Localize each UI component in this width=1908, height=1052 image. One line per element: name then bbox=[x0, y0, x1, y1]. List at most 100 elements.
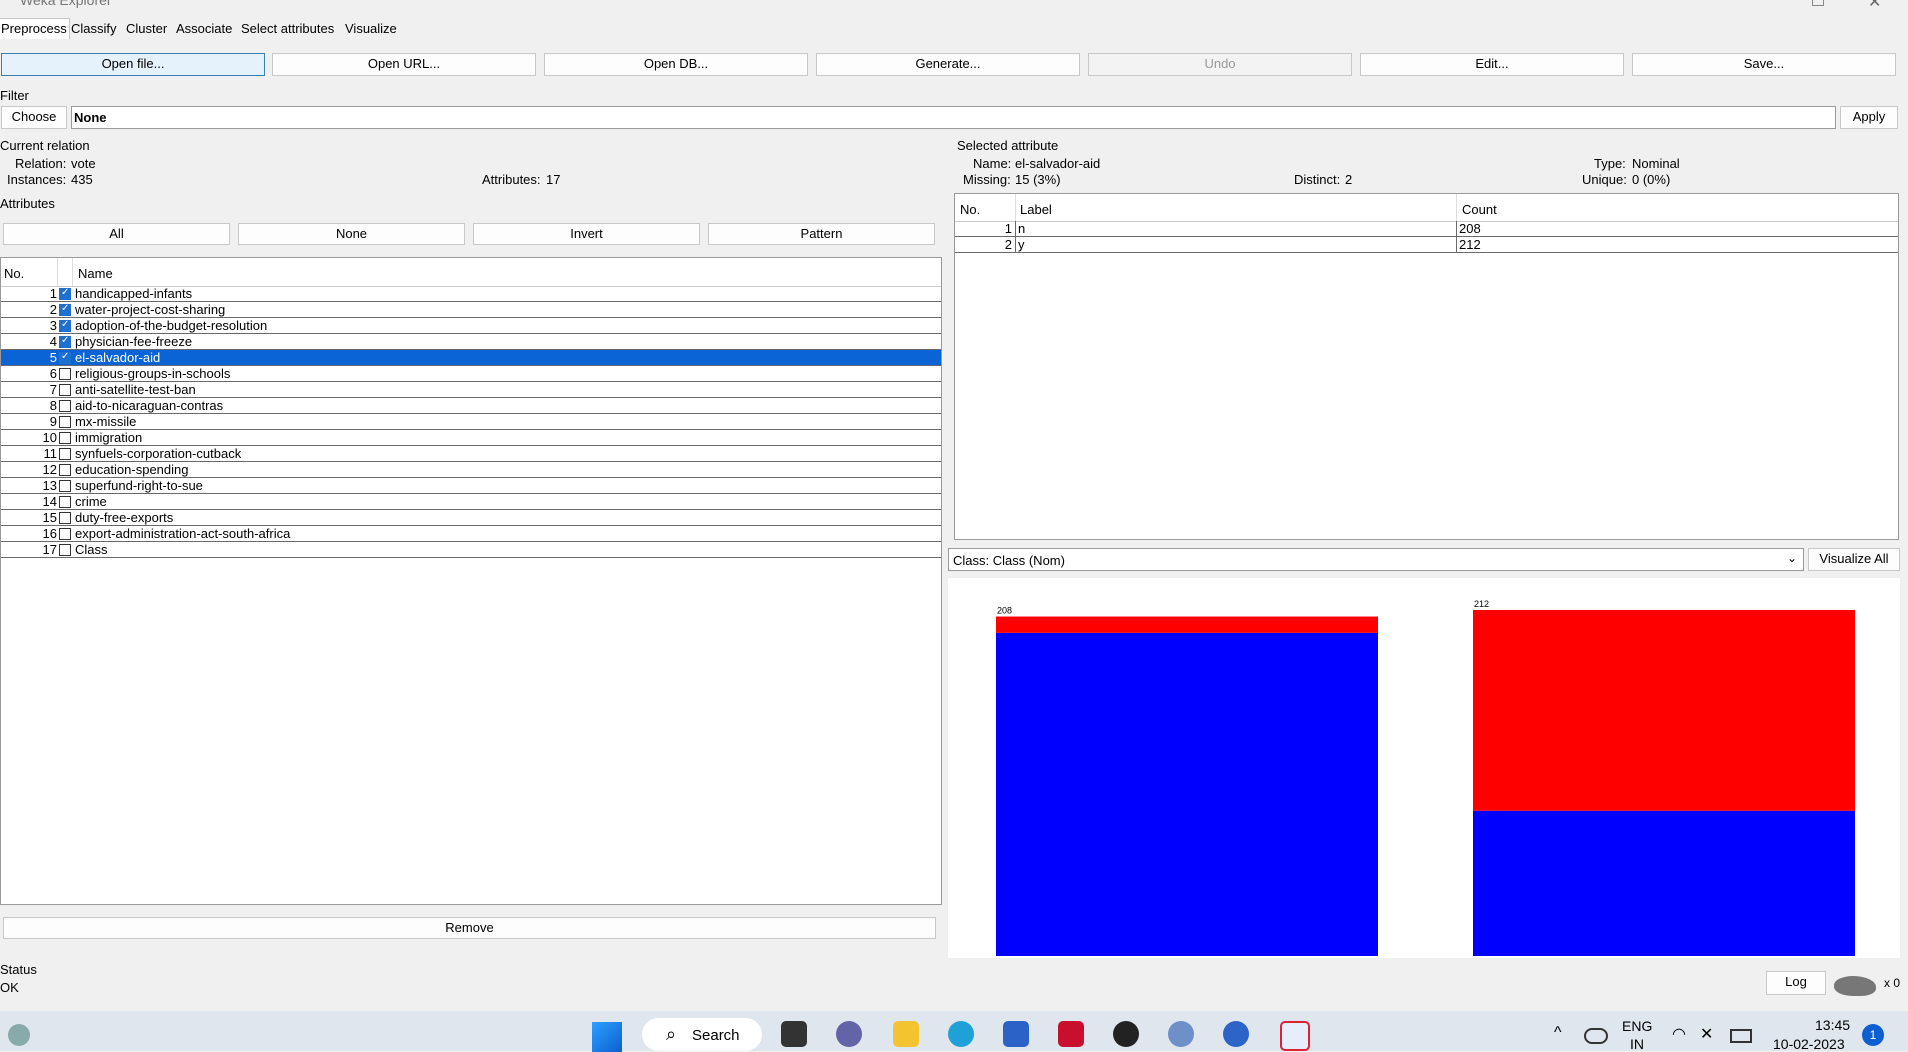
table-row[interactable]: 9 mx-missile bbox=[1, 414, 941, 430]
lang-bottom[interactable]: IN bbox=[1630, 1036, 1644, 1052]
row-checkbox[interactable] bbox=[59, 432, 71, 444]
table-row[interactable]: 8 aid-to-nicaraguan-contras bbox=[1, 398, 941, 414]
table-row[interactable]: 5 el-salvador-aid bbox=[1, 350, 941, 366]
r-icon[interactable] bbox=[1168, 1021, 1194, 1047]
edit-button[interactable]: Edit... bbox=[1360, 53, 1624, 76]
table-row[interactable]: 1 handicapped-infants bbox=[1, 286, 941, 302]
row-checkbox[interactable] bbox=[59, 512, 71, 524]
weka-icon[interactable] bbox=[1223, 1021, 1249, 1047]
table-row[interactable]: 11 synfuels-corporation-cutback bbox=[1, 446, 941, 462]
class-select[interactable]: Class: Class (Nom) ⌄ bbox=[948, 548, 1804, 571]
lc-col-label-header[interactable]: Label bbox=[1020, 202, 1052, 217]
remove-button[interactable]: Remove bbox=[3, 917, 936, 939]
tab-visualize[interactable]: Visualize bbox=[345, 21, 397, 36]
table-row[interactable]: 12 education-spending bbox=[1, 462, 941, 478]
row-name: adoption-of-the-budget-resolution bbox=[75, 318, 268, 333]
file-explorer-icon[interactable] bbox=[893, 1021, 919, 1047]
lc-col-count-header[interactable]: Count bbox=[1462, 202, 1497, 217]
notification-badge[interactable]: 1 bbox=[1862, 1024, 1884, 1046]
notification-count: 1 bbox=[1869, 1028, 1877, 1042]
table-row[interactable]: 6 religious-groups-in-schools bbox=[1, 366, 941, 382]
onedrive-icon[interactable] bbox=[1584, 1028, 1608, 1044]
row-checkbox[interactable] bbox=[59, 448, 71, 460]
row-checkbox[interactable] bbox=[59, 368, 71, 380]
wifi-icon[interactable]: ◠ bbox=[1672, 1024, 1686, 1044]
col-name-header[interactable]: Name bbox=[78, 266, 113, 281]
row-checkbox[interactable] bbox=[59, 528, 71, 540]
tab-select-attributes[interactable]: Select attributes bbox=[241, 21, 334, 36]
snipping-tool-icon[interactable] bbox=[1280, 1021, 1310, 1051]
row-checkbox[interactable] bbox=[59, 335, 71, 348]
row-checkbox[interactable] bbox=[59, 480, 71, 492]
battery-icon[interactable] bbox=[1730, 1029, 1752, 1043]
row-checkbox[interactable] bbox=[59, 303, 71, 316]
table-row[interactable]: 4 physician-fee-freeze bbox=[1, 334, 941, 350]
table-row[interactable]: 2 y 212 bbox=[955, 237, 1898, 253]
row-name: immigration bbox=[75, 430, 143, 445]
open-url-button[interactable]: Open URL... bbox=[272, 53, 536, 76]
row-checkbox[interactable] bbox=[59, 464, 71, 476]
pattern-button[interactable]: Pattern bbox=[708, 223, 935, 245]
dell-icon[interactable] bbox=[1113, 1021, 1139, 1047]
row-checkbox[interactable] bbox=[59, 319, 71, 332]
teams-icon[interactable] bbox=[836, 1021, 862, 1047]
chevron-up-icon[interactable]: ^ bbox=[1554, 1024, 1562, 1042]
lc-col-no-header[interactable]: No. bbox=[960, 202, 980, 217]
close-icon[interactable]: ✕ bbox=[1868, 0, 1881, 12]
row-checkbox[interactable] bbox=[59, 400, 71, 412]
search-box[interactable]: ⌕ Search bbox=[642, 1018, 762, 1051]
undo-button[interactable]: Undo bbox=[1088, 53, 1352, 76]
tab-preprocess[interactable]: Preprocess bbox=[0, 18, 70, 39]
row-checkbox[interactable] bbox=[59, 351, 71, 364]
invert-button[interactable]: Invert bbox=[473, 223, 700, 245]
select-all-button[interactable]: All bbox=[3, 223, 230, 245]
table-row[interactable]: 1 n 208 bbox=[955, 221, 1898, 237]
weather-icon[interactable] bbox=[8, 1024, 30, 1046]
filter-value: None bbox=[74, 110, 107, 125]
col-no-header[interactable]: No. bbox=[4, 266, 24, 281]
row-checkbox[interactable] bbox=[59, 287, 71, 300]
open-file-button[interactable]: Open file... bbox=[1, 53, 265, 76]
table-row[interactable]: 2 water-project-cost-sharing bbox=[1, 302, 941, 318]
row-name: aid-to-nicaraguan-contras bbox=[75, 398, 224, 413]
visualize-all-button[interactable]: Visualize All bbox=[1808, 548, 1900, 571]
select-none-button[interactable]: None bbox=[238, 223, 465, 245]
row-checkbox[interactable] bbox=[59, 544, 71, 556]
tab-classify[interactable]: Classify bbox=[71, 21, 117, 36]
store-icon[interactable] bbox=[1003, 1021, 1029, 1047]
tab-cluster[interactable]: Cluster bbox=[126, 21, 167, 36]
mcafee-icon[interactable] bbox=[1058, 1021, 1084, 1047]
attributes-table[interactable]: No. Name 1 handicapped-infants 2 water-proj… bbox=[0, 257, 942, 905]
edge-icon[interactable] bbox=[948, 1021, 974, 1047]
row-checkbox[interactable] bbox=[59, 496, 71, 508]
label-count-table[interactable]: No. Label Count 1 n 208 2 y 212 bbox=[954, 193, 1899, 540]
task-view-icon[interactable] bbox=[781, 1021, 807, 1047]
choose-button[interactable]: Choose bbox=[1, 106, 67, 129]
save-button[interactable]: Save... bbox=[1632, 53, 1896, 76]
table-row[interactable]: 10 immigration bbox=[1, 430, 941, 446]
table-row[interactable]: 16 export-administration-act-south-africa bbox=[1, 526, 941, 542]
row-checkbox[interactable] bbox=[59, 384, 71, 396]
generate-button[interactable]: Generate... bbox=[816, 53, 1080, 76]
row-checkbox[interactable] bbox=[59, 416, 71, 428]
maximize-icon[interactable] bbox=[1812, 0, 1824, 6]
clock-date[interactable]: 10-02-2023 bbox=[1773, 1036, 1845, 1052]
table-row[interactable]: 13 superfund-right-to-sue bbox=[1, 478, 941, 494]
weka-bird-icon bbox=[1834, 976, 1876, 996]
table-row[interactable]: 7 anti-satellite-test-ban bbox=[1, 382, 941, 398]
apply-button[interactable]: Apply bbox=[1840, 106, 1898, 129]
bar-data-label: 212 bbox=[1474, 599, 1489, 609]
volume-muted-icon[interactable]: ✕ bbox=[1700, 1024, 1713, 1044]
clock-time[interactable]: 13:45 bbox=[1815, 1017, 1850, 1033]
open-db-button[interactable]: Open DB... bbox=[544, 53, 808, 76]
table-row[interactable]: 3 adoption-of-the-budget-resolution bbox=[1, 318, 941, 334]
lang-top[interactable]: ENG bbox=[1622, 1018, 1652, 1034]
start-icon[interactable] bbox=[592, 1022, 622, 1052]
filter-field[interactable]: None bbox=[71, 106, 1836, 129]
table-row[interactable]: 15 duty-free-exports bbox=[1, 510, 941, 526]
table-row[interactable]: 14 crime bbox=[1, 494, 941, 510]
row-name: el-salvador-aid bbox=[75, 350, 161, 365]
table-row[interactable]: 17 Class bbox=[1, 542, 941, 558]
log-button[interactable]: Log bbox=[1766, 971, 1826, 995]
tab-associate[interactable]: Associate bbox=[176, 21, 232, 36]
